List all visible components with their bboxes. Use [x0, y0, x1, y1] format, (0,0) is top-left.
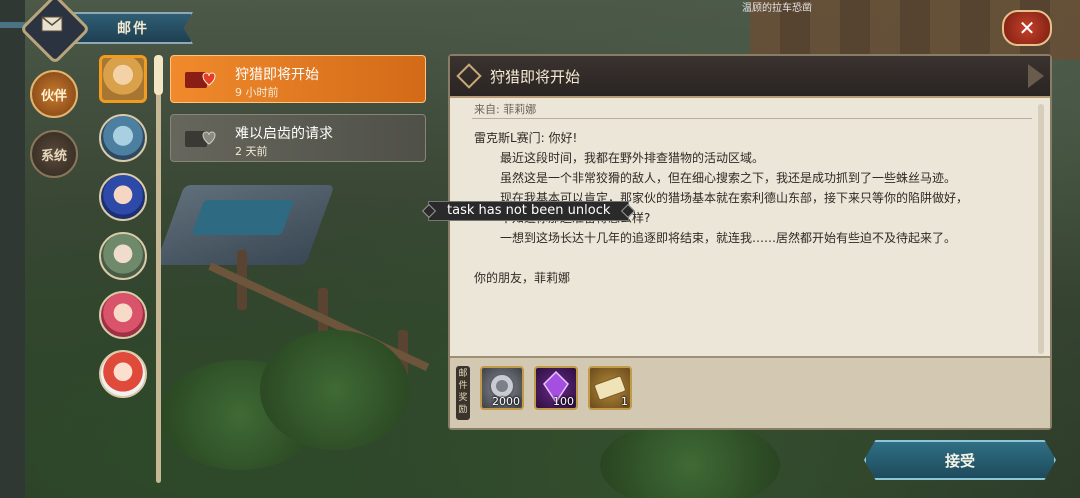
avatar-character-4[interactable]: [99, 232, 147, 280]
reward-label: 邮件奖励: [456, 366, 470, 420]
heart-letter-icon: [185, 72, 216, 88]
letter-paragraph: 最近这段时间，我都在野外排查猎物的活动区域。: [500, 151, 765, 165]
avatar-character-5[interactable]: [99, 291, 147, 339]
letter-greeting: 雷克斯L赛门: 你好!: [474, 131, 578, 145]
close-button[interactable]: ✕: [1002, 10, 1052, 46]
letter-header: 狩猎即将开始: [450, 56, 1050, 98]
tab-mail[interactable]: 邮件: [73, 12, 193, 44]
reward-bar: 邮件奖励 2000 100 1: [450, 356, 1050, 428]
diamond-icon: [456, 63, 482, 89]
mail-time: 2 天前: [235, 145, 268, 158]
avatar-scroll-thumb[interactable]: [154, 55, 163, 95]
accept-label: 接受: [944, 451, 975, 470]
reward-purple-crystal[interactable]: 100: [534, 366, 578, 410]
arrow-icon: [1028, 64, 1044, 88]
sidebar-item-partners[interactable]: 伙伴: [30, 70, 78, 118]
avatar-character-6[interactable]: [99, 350, 147, 398]
accept-button[interactable]: 接受: [864, 440, 1056, 480]
avatar-character-2[interactable]: [99, 114, 147, 162]
letter-title: 狩猎即将开始: [490, 68, 581, 86]
mail-item-2[interactable]: 难以启齿的请求 2 天前: [170, 114, 426, 162]
bush: [600, 420, 780, 498]
avatar-character-3[interactable]: [99, 173, 147, 221]
letter-sender: 来自: 菲莉娜: [474, 103, 537, 116]
tab-mail-label: 邮件: [117, 21, 149, 37]
mail-item-1[interactable]: 狩猎即将开始 9 小时前: [170, 55, 426, 103]
sidebar-item-label: 伙伴: [40, 88, 67, 104]
reward-ticket[interactable]: 1: [588, 366, 632, 410]
location-text: 温顾的拉车恐凿: [742, 3, 812, 14]
close-icon: ✕: [1018, 16, 1036, 40]
bush: [260, 330, 410, 450]
locked-tooltip: task has not been unlock: [428, 201, 630, 221]
reward-qty: 1: [621, 395, 628, 408]
divider: [472, 118, 1032, 119]
mail-title: 狩猎即将开始: [235, 67, 319, 83]
reward-qty: 2000: [492, 395, 520, 408]
letter-paragraph: 一想到这场长达十几年的追逐即将结束，就连我……居然都开始有些迫不及待起来了。: [500, 231, 957, 245]
heart-letter-icon: [185, 131, 216, 147]
sidebar-item-label: 系统: [40, 148, 67, 164]
avatar-scroll-track[interactable]: [156, 55, 161, 483]
letter-signature: 你的朋友，菲莉娜: [474, 271, 571, 285]
reward-silver-coin[interactable]: 2000: [480, 366, 524, 410]
left-strip: [0, 0, 25, 498]
letter-paragraph: 虽然这是一个非常狡猾的敌人，但在细心搜索之下，我还是成功抓到了一些蛛丝马迹。: [500, 171, 957, 185]
reward-qty: 100: [553, 395, 574, 408]
avatar-character-1[interactable]: [99, 55, 147, 103]
letter-panel: 狩猎即将开始 来自: 菲莉娜 雷克斯L赛门: 你好! 最近这段时间，我都在野外排…: [448, 54, 1052, 430]
mail-title: 难以启齿的请求: [235, 126, 333, 142]
sidebar-item-system[interactable]: 系统: [30, 130, 78, 178]
letter-scrollbar[interactable]: [1038, 104, 1044, 354]
mail-time: 9 小时前: [235, 86, 279, 99]
envelope-icon: [41, 16, 63, 32]
